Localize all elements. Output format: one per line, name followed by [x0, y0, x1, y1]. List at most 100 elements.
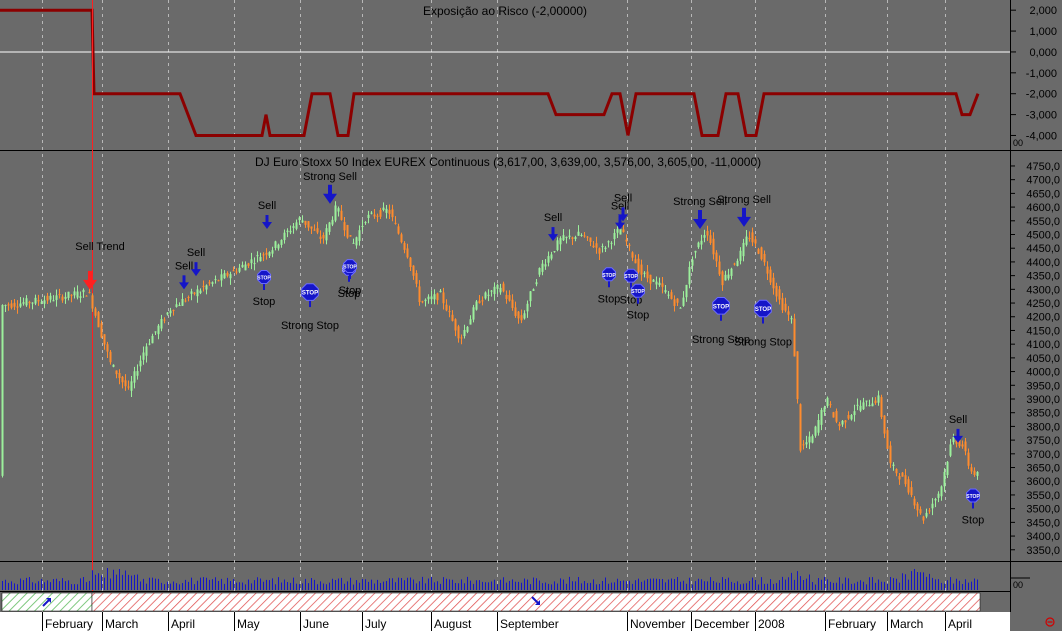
candle-body — [418, 286, 421, 303]
candle-body — [172, 309, 175, 311]
candle-body — [823, 407, 826, 412]
signal-label: Stop — [253, 296, 276, 308]
candle-body — [946, 461, 949, 476]
candle-body — [400, 234, 403, 243]
candle-body — [943, 471, 946, 487]
candle-body — [463, 330, 466, 337]
candle-body — [436, 293, 439, 301]
price-y-tick-label: 4350,0 — [1026, 271, 1060, 283]
candle-body — [754, 239, 757, 244]
candle-body — [13, 302, 16, 307]
signal-label: Sell Trend — [75, 241, 125, 253]
candle-body — [373, 214, 376, 217]
candle-body — [268, 252, 271, 256]
signal-label: Sell — [187, 247, 205, 259]
price-y-tick-label: 4000,0 — [1026, 367, 1060, 379]
candle-body — [421, 301, 424, 303]
candle-body — [820, 409, 823, 425]
candle-body — [91, 295, 94, 309]
candle-body — [196, 289, 199, 297]
candle-body — [934, 498, 937, 501]
candle-body — [100, 323, 103, 338]
stop-icon-text: STOP — [602, 273, 616, 279]
candle-body — [814, 426, 817, 436]
risk-y-tick-label: -3,000 — [1026, 110, 1057, 122]
candle-body — [229, 274, 232, 279]
price-y-tick-label: 4550,0 — [1026, 216, 1060, 228]
candle-body — [448, 311, 451, 313]
candle-body — [133, 371, 136, 383]
candle-body — [244, 264, 247, 271]
candle-body — [358, 230, 361, 241]
candle-body — [517, 311, 520, 319]
candle-body — [604, 247, 607, 250]
candle-body — [874, 400, 877, 404]
candle-body — [52, 300, 55, 302]
candle-body — [445, 304, 448, 311]
price-y-tick-label: 4050,0 — [1026, 353, 1060, 365]
x-tick-label: April — [171, 617, 195, 631]
candle-body — [925, 512, 928, 517]
price-y-tick-label: 3700,0 — [1026, 449, 1060, 461]
candle-body — [601, 246, 604, 248]
candle-body — [961, 444, 964, 447]
signal-label: Stop — [962, 514, 985, 526]
candle-body — [796, 351, 799, 400]
candle-body — [613, 232, 616, 240]
candle-body — [562, 235, 565, 241]
candle-body — [907, 479, 910, 493]
candle-body — [76, 291, 79, 298]
candle-body — [940, 486, 943, 497]
signal-label: Sell — [258, 200, 276, 212]
candle-body — [82, 289, 85, 293]
candle-body — [478, 300, 481, 304]
candle-body — [301, 220, 304, 223]
candle-body — [736, 260, 739, 266]
candle-body — [769, 269, 772, 283]
candle-body — [592, 245, 595, 248]
x-tick-label: May — [237, 617, 260, 631]
candle-body — [811, 436, 814, 443]
signal-label: Strong Stop — [281, 320, 339, 332]
x-tick-label: 2008 — [758, 617, 785, 631]
candle-body — [10, 303, 13, 308]
price-y-tick-label: 4500,0 — [1026, 230, 1060, 242]
risk-y-tick-label: -2,000 — [1026, 89, 1057, 101]
candle-body — [403, 243, 406, 250]
candle-body — [127, 386, 130, 388]
candle-body — [439, 290, 442, 293]
price-y-tick-label: 3850,0 — [1026, 408, 1060, 420]
candle-body — [520, 315, 523, 321]
candle-body — [70, 294, 73, 296]
candle-body — [19, 303, 22, 307]
x-tick-label: November — [630, 617, 685, 631]
candle-body — [964, 441, 967, 452]
candle-body — [616, 229, 619, 233]
price-y-tick-label: 4250,0 — [1026, 298, 1060, 310]
candle-body — [337, 208, 340, 212]
x-tick-label: July — [365, 617, 386, 631]
candle-body — [739, 250, 742, 261]
candle-body — [28, 301, 31, 304]
candle-body — [760, 247, 763, 260]
candle-body — [442, 292, 445, 304]
candle-body — [190, 291, 193, 294]
candle-body — [547, 256, 550, 263]
candle-body — [532, 289, 535, 291]
x-tick-label: August — [434, 617, 472, 631]
candle-body — [379, 210, 382, 217]
candle-body — [691, 259, 694, 266]
candle-body — [733, 263, 736, 265]
candle-body — [901, 472, 904, 477]
candle-body — [772, 277, 775, 289]
candle-body — [706, 231, 709, 236]
candle-body — [424, 299, 427, 302]
candle-body — [397, 226, 400, 234]
price-y-tick-label: 3350,0 — [1026, 545, 1060, 557]
candle-body — [433, 294, 436, 300]
stop-icon-text: STOP — [624, 274, 638, 280]
candle-body — [79, 296, 82, 298]
candle-body — [274, 241, 277, 248]
candle-body — [247, 263, 250, 266]
candle-body — [226, 272, 229, 276]
